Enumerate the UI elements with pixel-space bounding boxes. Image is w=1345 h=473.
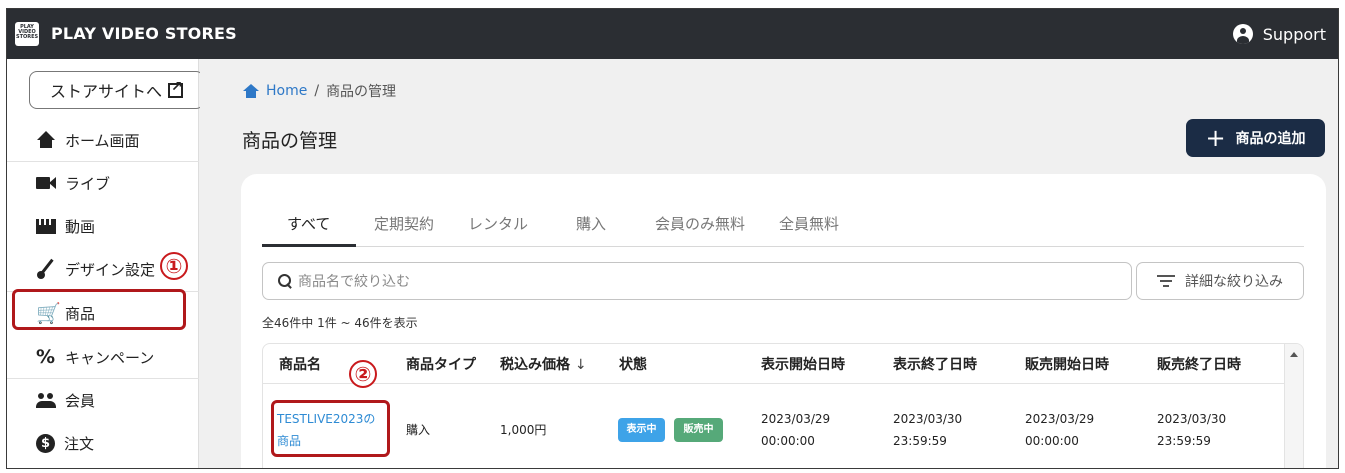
column-header-display-end[interactable]: 表示終了日時 bbox=[893, 354, 977, 374]
time-text: 00:00:00 bbox=[1025, 434, 1079, 448]
column-header-sale-start[interactable]: 販売開始日時 bbox=[1025, 354, 1109, 374]
tab-all[interactable]: すべて bbox=[287, 213, 330, 234]
status-badge-displaying: 表示中 bbox=[618, 418, 665, 442]
search-input[interactable]: 商品名で絞り込む bbox=[262, 262, 1132, 300]
sidebar-item-label: 動画 bbox=[65, 217, 96, 236]
product-type: 購入 bbox=[406, 423, 431, 437]
breadcrumb-current: 商品の管理 bbox=[326, 84, 397, 100]
video-camera-icon bbox=[36, 173, 56, 193]
breadcrumb: Home / 商品の管理 bbox=[243, 81, 396, 101]
brand-logo[interactable]: PLAY VIDEO STORES bbox=[15, 22, 39, 46]
annotation-marker-1: ① bbox=[160, 252, 188, 280]
app-window: PLAY VIDEO STORES PLAY VIDEO STORES Suppor… bbox=[6, 8, 1339, 469]
breadcrumb-home-link[interactable]: Home bbox=[243, 83, 307, 99]
column-header-display-start[interactable]: 表示開始日時 bbox=[761, 354, 845, 374]
search-placeholder: 商品名で絞り込む bbox=[298, 274, 410, 290]
brand-name[interactable]: PLAY VIDEO STORES bbox=[51, 24, 237, 43]
product-filter-tabs: すべて 定期契約 レンタル 購入 会員のみ無料 全員無料 bbox=[262, 207, 1304, 247]
store-site-button[interactable]: ストアサイトへ bbox=[29, 71, 204, 109]
sale-end-datetime: 2023/03/30 23:59:59 bbox=[1157, 408, 1226, 452]
sidebar-item-label: キャンペーン bbox=[65, 348, 155, 367]
advanced-filter-label: 詳細な絞り込み bbox=[1185, 274, 1283, 290]
display-end-datetime: 2023/03/30 23:59:59 bbox=[893, 408, 962, 452]
add-product-label: 商品の追加 bbox=[1235, 131, 1306, 147]
product-price: 1,000円 bbox=[500, 423, 547, 437]
page-title: 商品の管理 bbox=[242, 130, 338, 152]
movie-icon bbox=[36, 216, 56, 236]
sidebar-item-home[interactable]: ホーム画面 bbox=[7, 118, 199, 162]
brush-icon bbox=[36, 259, 56, 279]
filter-icon bbox=[1157, 275, 1175, 287]
tab-subscription[interactable]: 定期契約 bbox=[374, 213, 434, 234]
home-icon bbox=[36, 130, 56, 150]
column-header-status[interactable]: 状態 bbox=[619, 354, 647, 374]
advanced-filter-button[interactable]: 詳細な絞り込み bbox=[1136, 262, 1304, 300]
sidebar-item-label: デザイン設定 bbox=[65, 260, 156, 279]
column-header-name[interactable]: 商品名 bbox=[279, 354, 321, 374]
external-link-icon bbox=[168, 79, 183, 98]
scroll-up-icon[interactable] bbox=[1290, 352, 1298, 357]
header-divider bbox=[263, 383, 1284, 384]
tab-rental[interactable]: レンタル bbox=[468, 213, 528, 234]
top-bar: PLAY VIDEO STORES PLAY VIDEO STORES Suppor… bbox=[7, 9, 1338, 59]
result-count: 全46件中 1件 ~ 46件を表示 bbox=[262, 316, 418, 330]
sidebar-item-live[interactable]: ライブ bbox=[7, 161, 199, 205]
column-header-type[interactable]: 商品タイプ bbox=[406, 354, 476, 374]
column-header-sale-end[interactable]: 販売終了日時 bbox=[1157, 354, 1241, 374]
date-text: 2023/03/30 bbox=[893, 412, 963, 426]
dollar-icon: $ bbox=[36, 433, 55, 453]
search-icon bbox=[278, 274, 292, 288]
annotation-highlight-products bbox=[12, 289, 186, 330]
column-header-price[interactable]: 税込み価格 ↓ bbox=[500, 354, 587, 374]
home-icon bbox=[243, 84, 259, 98]
active-tab-indicator bbox=[262, 244, 356, 247]
time-text: 23:59:59 bbox=[1157, 434, 1211, 448]
plus-icon: + bbox=[1205, 124, 1226, 152]
annotation-highlight-product-name bbox=[271, 400, 390, 457]
time-text: 00:00:00 bbox=[761, 434, 815, 448]
breadcrumb-home-label: Home bbox=[266, 83, 308, 99]
sidebar-item-members[interactable]: 会員 bbox=[7, 378, 199, 422]
sidebar-item-label: 会員 bbox=[65, 391, 96, 410]
sidebar-item-label: 注文 bbox=[64, 434, 95, 453]
products-table: 商品名 商品タイプ 税込み価格 ↓ 状態 表示開始日時 表示終了日時 販売開始日… bbox=[262, 343, 1304, 468]
sidebar-item-orders[interactable]: $ 注文 bbox=[7, 421, 199, 465]
add-product-button[interactable]: + 商品の追加 bbox=[1186, 119, 1325, 157]
sale-start-datetime: 2023/03/29 00:00:00 bbox=[1025, 408, 1094, 452]
date-text: 2023/03/29 bbox=[1025, 412, 1095, 426]
date-text: 2023/03/30 bbox=[1157, 412, 1227, 426]
column-header-price-label: 税込み価格 bbox=[500, 357, 570, 373]
sidebar-item-videos[interactable]: 動画 bbox=[7, 204, 199, 248]
status-badge-on-sale: 販売中 bbox=[674, 418, 723, 442]
tab-everyone-free[interactable]: 全員無料 bbox=[779, 213, 839, 234]
store-site-label: ストアサイトへ bbox=[49, 82, 162, 101]
annotation-marker-2: ② bbox=[349, 360, 377, 388]
sidebar-item-label: ホーム画面 bbox=[65, 131, 140, 150]
tab-purchase[interactable]: 購入 bbox=[576, 213, 606, 234]
sidebar-item-campaigns[interactable]: % キャンペーン bbox=[7, 335, 199, 379]
display-start-datetime: 2023/03/29 00:00:00 bbox=[761, 408, 830, 452]
people-icon bbox=[36, 390, 56, 410]
products-card: すべて 定期契約 レンタル 購入 会員のみ無料 全員無料 商品名で絞り込む 詳細… bbox=[241, 174, 1326, 468]
support-label: Support bbox=[1262, 24, 1326, 44]
table-scrollbar[interactable] bbox=[1284, 344, 1303, 468]
time-text: 23:59:59 bbox=[893, 434, 947, 448]
tab-members-free[interactable]: 会員のみ無料 bbox=[655, 213, 745, 234]
support-link[interactable]: Support bbox=[1232, 24, 1326, 44]
date-text: 2023/03/29 bbox=[761, 412, 831, 426]
account-circle-icon bbox=[1232, 24, 1253, 44]
sort-down-icon: ↓ bbox=[574, 357, 587, 373]
percent-icon: % bbox=[36, 346, 56, 368]
sidebar-item-label: ライブ bbox=[65, 174, 111, 193]
breadcrumb-separator: / bbox=[314, 83, 320, 99]
